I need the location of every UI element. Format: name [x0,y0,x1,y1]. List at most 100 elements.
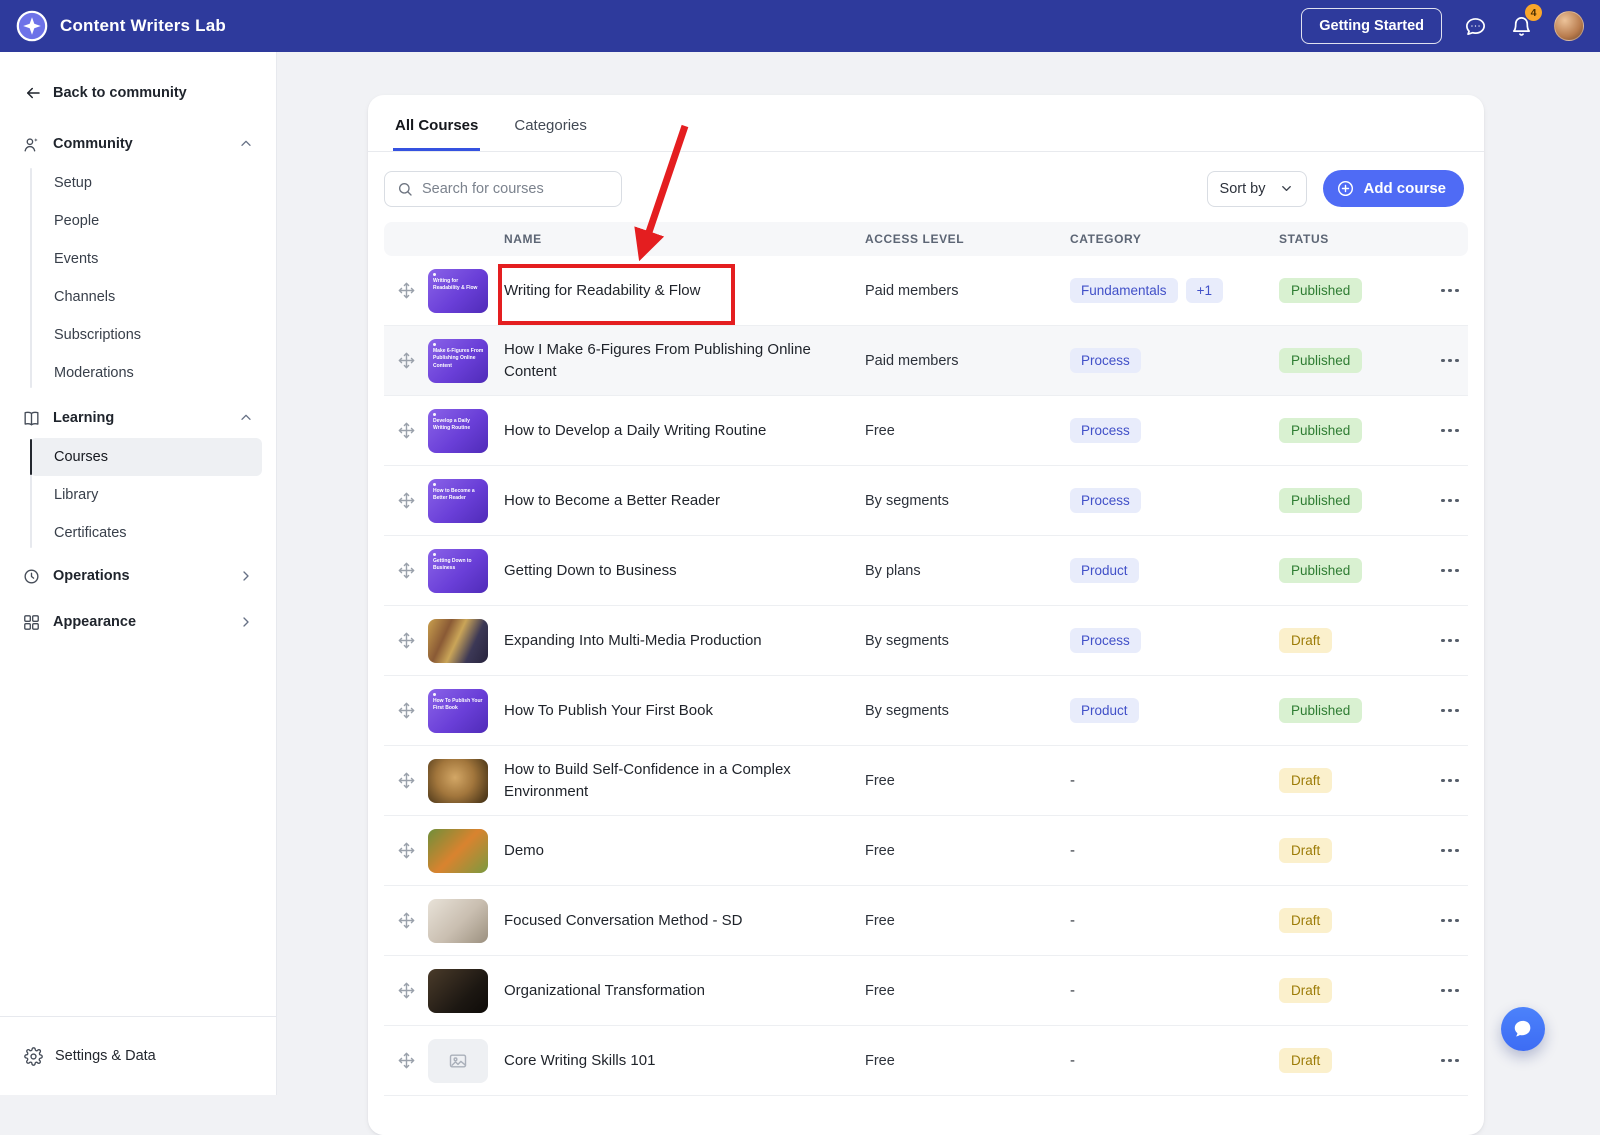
sidebar-item-courses[interactable]: Courses [30,438,262,476]
settings-and-data-link[interactable]: Settings & Data [0,1016,276,1095]
add-course-button[interactable]: Add course [1323,170,1464,207]
table-row[interactable]: Writing for Readability & Flow Writing f… [384,256,1468,326]
drag-handle-icon[interactable] [384,912,428,929]
drag-handle-icon[interactable] [384,772,428,789]
drag-handle-icon[interactable] [384,982,428,999]
drag-handle-icon[interactable] [384,352,428,369]
table-row[interactable]: Make 6-Figures From Publishing Online Co… [384,326,1468,396]
course-name[interactable]: Core Writing Skills 101 [504,1052,655,1069]
sort-by-dropdown[interactable]: Sort by [1207,171,1308,207]
row-menu-button[interactable] [1432,816,1468,885]
thumbnail-mini-title: How To Publish Your First Book [433,698,484,713]
table-row[interactable]: How To Publish Your First Book How To Pu… [384,676,1468,746]
sidebar-item-library[interactable]: Library [30,476,262,514]
row-menu-button[interactable] [1432,326,1468,395]
category-empty-dash: - [1070,982,1075,999]
chat-widget-button[interactable] [1501,1007,1545,1051]
notifications-button[interactable]: 4 [1508,13,1534,39]
sidebar-item-events[interactable]: Events [30,240,262,278]
course-name[interactable]: How I Make 6-Figures From Publishing Onl… [504,341,811,380]
sidebar-section-community[interactable]: Community [0,126,276,162]
user-avatar[interactable] [1554,11,1584,41]
course-tabs: All Courses Categories [368,95,1484,152]
back-to-community-link[interactable]: Back to community [0,82,276,104]
tab-categories[interactable]: Categories [512,117,589,151]
status-badge: Draft [1279,1048,1332,1073]
tab-all-courses[interactable]: All Courses [393,117,480,151]
category-cell: - [1070,842,1279,859]
row-menu-button[interactable] [1432,746,1468,815]
row-menu-button[interactable] [1432,1026,1468,1095]
row-menu-button[interactable] [1432,676,1468,745]
sidebar-item-channels[interactable]: Channels [30,278,262,316]
course-toolbar: Sort by Add course [384,170,1464,207]
course-name[interactable]: Writing for Readability & Flow [504,282,700,299]
status-badge: Published [1279,488,1362,513]
access-level: Free [865,1053,1070,1069]
course-name[interactable]: How to Develop a Daily Writing Routine [504,422,766,439]
table-row[interactable]: Demo Free - Draft [384,816,1468,886]
category-cell: - [1070,772,1279,789]
sidebar-section-appearance[interactable]: Appearance [0,604,276,640]
course-name[interactable]: How to Become a Better Reader [504,492,720,509]
table-row[interactable]: Expanding Into Multi-Media Production By… [384,606,1468,676]
drag-handle-icon[interactable] [384,632,428,649]
category-badge: Process [1070,418,1141,443]
course-name[interactable]: Focused Conversation Method - SD [504,912,742,929]
ellipsis-icon [1441,1059,1445,1063]
course-name[interactable]: Expanding Into Multi-Media Production [504,632,762,649]
drag-handle-icon[interactable] [384,492,428,509]
row-menu-button[interactable] [1432,606,1468,675]
sidebar-item-moderations[interactable]: Moderations [30,354,262,392]
course-name[interactable]: How to Build Self-Confidence in a Comple… [504,761,791,800]
sidebar-item-setup[interactable]: Setup [30,164,262,202]
row-menu-button[interactable] [1432,256,1468,325]
access-level: Free [865,843,1070,859]
top-bar: Content Writers Lab Getting Started 4 [0,0,1600,52]
row-menu-button[interactable] [1432,536,1468,605]
drag-handle-icon[interactable] [384,422,428,439]
table-row[interactable]: Develop a Daily Writing Routine How to D… [384,396,1468,466]
course-name[interactable]: Getting Down to Business [504,562,677,579]
category-cell: Process [1070,348,1279,373]
notification-count-badge: 4 [1525,4,1542,21]
table-row[interactable]: Core Writing Skills 101 Free - Draft [384,1026,1468,1096]
row-menu-button[interactable] [1432,396,1468,465]
course-name[interactable]: Demo [504,842,544,859]
sidebar-section-operations[interactable]: Operations [0,558,276,594]
learning-section-label: Learning [53,410,114,426]
drag-handle-icon[interactable] [384,562,428,579]
sidebar-item-subscriptions[interactable]: Subscriptions [30,316,262,354]
row-menu-button[interactable] [1432,886,1468,955]
sidebar-item-certificates[interactable]: Certificates [30,514,262,552]
access-level: Paid members [865,283,1070,299]
community-section-label: Community [53,136,133,152]
access-level: Free [865,913,1070,929]
course-name[interactable]: How To Publish Your First Book [504,702,713,719]
thumbnail-mini-title: Writing for Readability & Flow [433,278,484,293]
table-row[interactable]: How to Build Self-Confidence in a Comple… [384,746,1468,816]
course-thumbnail [428,759,488,803]
ellipsis-icon [1441,499,1445,503]
table-row[interactable]: Getting Down to Business Getting Down to… [384,536,1468,606]
course-thumbnail: How to Become a Better Reader [428,479,488,523]
sidebar-section-learning[interactable]: Learning [0,400,276,436]
course-name[interactable]: Organizational Transformation [504,982,705,999]
search-input[interactable] [422,181,609,197]
table-row[interactable]: Focused Conversation Method - SD Free - … [384,886,1468,956]
settings-label: Settings & Data [55,1048,156,1064]
drag-handle-icon[interactable] [384,702,428,719]
table-row[interactable]: Organizational Transformation Free - Dra… [384,956,1468,1026]
appearance-icon [22,613,41,632]
row-menu-button[interactable] [1432,956,1468,1025]
table-row[interactable]: How to Become a Better Reader How to Bec… [384,466,1468,536]
drag-handle-icon[interactable] [384,842,428,859]
row-menu-button[interactable] [1432,466,1468,535]
drag-handle-icon[interactable] [384,1052,428,1069]
drag-handle-icon[interactable] [384,282,428,299]
learning-icon [22,409,41,428]
getting-started-button[interactable]: Getting Started [1301,8,1442,44]
sidebar-item-people[interactable]: People [30,202,262,240]
messages-button[interactable] [1462,13,1488,39]
search-courses-box[interactable] [384,171,622,207]
